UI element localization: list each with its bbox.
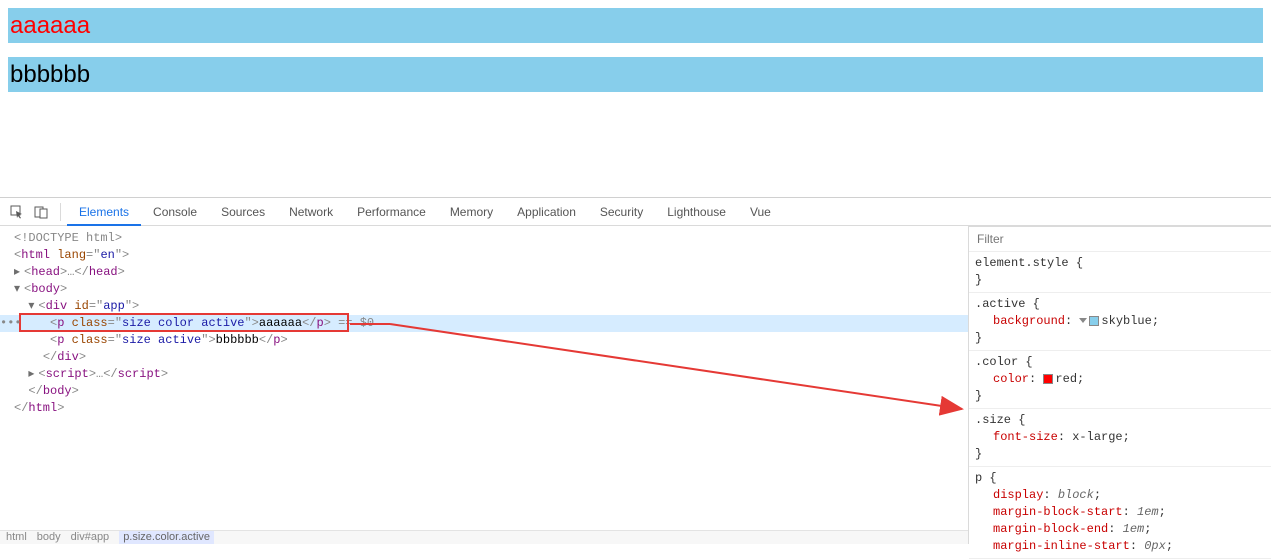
- styles-filter-input[interactable]: [975, 231, 1265, 247]
- breadcrumb[interactable]: html body div#app p.size.color.active: [0, 530, 968, 544]
- crumb-div[interactable]: div#app: [71, 530, 110, 544]
- device-toggle-icon[interactable]: [30, 201, 52, 223]
- color-swatch-icon[interactable]: [1043, 374, 1053, 384]
- tab-console[interactable]: Console: [141, 198, 209, 226]
- elements-tree-panel[interactable]: ••• <!DOCTYPE html> <html lang="en"> ▸<h…: [0, 226, 968, 544]
- rendered-page: aaaaaa bbbbbb: [0, 0, 1271, 92]
- styles-panel: Styles Computed Layout Event Listeners D…: [968, 226, 1271, 544]
- tab-lighthouse[interactable]: Lighthouse: [655, 198, 738, 226]
- tab-vue[interactable]: Vue: [738, 198, 783, 226]
- dom-line-p-second[interactable]: <p class="size active">bbbbbb</p>: [0, 332, 968, 349]
- inspect-icon[interactable]: [6, 201, 28, 223]
- dom-line-html-open[interactable]: <html lang="en">: [0, 247, 968, 264]
- color-swatch-icon[interactable]: [1089, 316, 1099, 326]
- devtools-panel: Elements Console Sources Network Perform…: [0, 197, 1271, 544]
- dom-line-p-selected[interactable]: <p class="size color active">aaaaaa</p> …: [0, 315, 968, 332]
- tab-sources[interactable]: Sources: [209, 198, 277, 226]
- row-actions-icon[interactable]: •••: [0, 315, 12, 332]
- rule-color[interactable]: .color { color: red; }: [969, 351, 1271, 409]
- dom-line-head[interactable]: ▸<head>…</head>: [0, 264, 968, 281]
- crumb-p-active[interactable]: p.size.color.active: [119, 530, 214, 544]
- rule-size[interactable]: .size { font-size: x-large; }: [969, 409, 1271, 467]
- tab-security[interactable]: Security: [588, 198, 655, 226]
- paragraph-a: aaaaaa: [8, 8, 1263, 43]
- rule-element-style[interactable]: element.style { }: [969, 252, 1271, 293]
- crumb-body[interactable]: body: [37, 530, 61, 544]
- dom-line-div-app-open[interactable]: ▾<div id="app">: [0, 298, 968, 315]
- dom-line-doctype[interactable]: <!DOCTYPE html>: [0, 230, 968, 247]
- rule-p-useragent[interactable]: p { display: block; margin-block-start: …: [969, 467, 1271, 559]
- dom-line-body-close[interactable]: </body>: [0, 383, 968, 400]
- dom-line-script[interactable]: ▸<script>…</script>: [0, 366, 968, 383]
- tab-network[interactable]: Network: [277, 198, 345, 226]
- tab-divider: [60, 203, 61, 221]
- dom-line-div-close[interactable]: </div>: [0, 349, 968, 366]
- rule-active[interactable]: .active { background: skyblue; }: [969, 293, 1271, 351]
- devtools-tab-bar: Elements Console Sources Network Perform…: [0, 198, 1271, 226]
- chevron-right-icon[interactable]: [1079, 318, 1087, 323]
- tab-application[interactable]: Application: [505, 198, 588, 226]
- dom-line-body-open[interactable]: ▾<body>: [0, 281, 968, 298]
- tab-elements[interactable]: Elements: [67, 198, 141, 226]
- dom-line-html-close[interactable]: </html>: [0, 400, 968, 417]
- crumb-html[interactable]: html: [6, 530, 27, 544]
- paragraph-b: bbbbbb: [8, 57, 1263, 92]
- tab-performance[interactable]: Performance: [345, 198, 438, 226]
- tab-memory[interactable]: Memory: [438, 198, 505, 226]
- styles-filter-row: [969, 227, 1271, 252]
